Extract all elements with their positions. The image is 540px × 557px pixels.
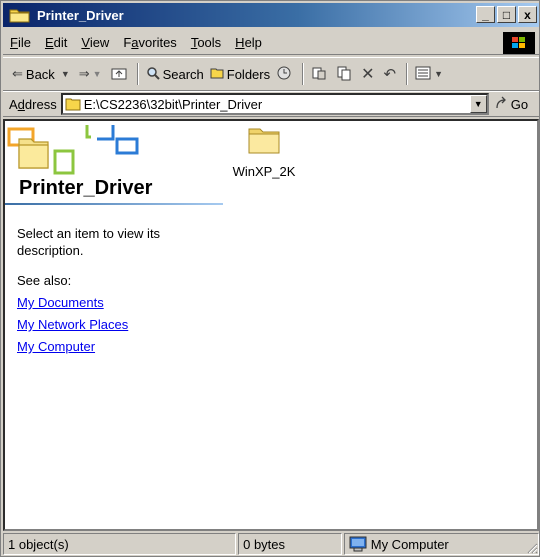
history-button[interactable] [273,62,298,86]
back-button[interactable]: ⇐ Back ▼ [9,62,76,86]
web-view-pane: Printer_Driver Select an item to view it… [5,121,223,529]
address-label: Address [9,96,57,112]
search-button[interactable]: Search [143,62,207,86]
folder-icon [9,7,31,23]
delete-button[interactable]: ✕ [358,62,380,86]
views-button[interactable]: ▼ [412,62,449,86]
standard-toolbar: ⇐ Back ▼ ⇒ ▼ Search Folders ✕ ↶ ▼ [3,57,539,91]
dropdown-arrow-icon: ▼ [92,69,102,79]
folder-icon [248,128,280,154]
title-divider [5,203,223,205]
folder-view[interactable]: Printer_Driver Select an item to view it… [3,119,539,531]
undo-icon: ↶ [383,66,397,83]
go-label: Go [510,96,529,112]
close-button[interactable]: x [518,6,537,23]
menu-view[interactable]: View [74,35,116,50]
link-my-network-places[interactable]: My Network Places [17,317,128,332]
copy-to-button[interactable] [333,62,358,86]
folder-banner-icon [5,121,223,177]
forward-arrow-icon: ⇒ [78,66,90,81]
address-value: E:\CS2236\32bit\Printer_Driver [83,96,263,112]
menu-help[interactable]: Help [228,35,269,50]
back-arrow-icon: ⇐ [12,66,23,81]
see-also-label: See also: [17,273,72,288]
delete-icon: ✕ [361,66,375,83]
my-computer-icon [349,536,367,552]
copy-to-icon [336,65,352,84]
maximize-button[interactable]: □ [497,6,516,23]
window-title: Printer_Driver [37,7,124,23]
folder-icon [65,97,81,111]
menu-file[interactable]: File [3,35,38,50]
file-name: WinXP_2K [232,164,296,179]
folders-icon [210,66,224,83]
forward-button[interactable]: ⇒ ▼ [76,62,108,86]
dropdown-arrow-icon: ▼ [60,69,70,79]
up-folder-icon [111,66,127,83]
windows-logo-icon [503,32,535,54]
move-to-button[interactable] [308,62,333,86]
status-object-count: 1 object(s) [3,533,237,555]
back-label: Back [25,66,55,82]
go-button[interactable]: Go [495,96,528,113]
undo-button[interactable]: ↶ [381,62,403,86]
search-label: Search [162,66,204,82]
address-input[interactable]: E:\CS2236\32bit\Printer_Driver ▼ [60,93,489,115]
minimize-button[interactable]: _ [476,6,495,23]
status-size: 0 bytes [238,533,342,555]
file-item-folder[interactable]: WinXP_2K [227,125,301,179]
address-bar: Address E:\CS2236\32bit\Printer_Driver ▼… [3,91,539,117]
folders-label: Folders [226,66,271,82]
folders-button[interactable]: Folders [207,62,273,86]
search-icon [146,66,160,83]
go-arrow-icon [495,96,509,113]
title-bar[interactable]: Printer_Driver _ □ x [3,3,539,27]
resize-grip-icon[interactable] [526,542,538,554]
toolbar-separator [136,63,139,85]
link-my-computer[interactable]: My Computer [17,339,95,354]
description-text: Select an item to view its description. [17,226,161,258]
address-dropdown-button[interactable]: ▼ [469,95,487,113]
explorer-window: Printer_Driver _ □ x File Edit View Favo… [0,0,540,557]
toolbar-separator [406,63,409,85]
dropdown-arrow-icon: ▼ [434,69,444,79]
toolbar-separator [302,63,305,85]
menu-tools[interactable]: Tools [184,35,228,50]
zone-label: My Computer [370,536,449,552]
views-icon [415,66,431,83]
status-zone: My Computer [343,533,539,555]
menu-favorites[interactable]: Favorites [116,35,183,50]
status-bar: 1 object(s) 0 bytes My Computer [3,533,539,555]
folder-title: Printer_Driver [19,177,153,199]
menu-edit[interactable]: Edit [38,35,74,50]
history-icon [276,65,292,84]
up-folder-button[interactable] [108,62,133,86]
move-to-icon [311,65,327,84]
menu-bar: File Edit View Favorites Tools Help [3,31,539,55]
link-my-documents[interactable]: My Documents [17,295,104,310]
